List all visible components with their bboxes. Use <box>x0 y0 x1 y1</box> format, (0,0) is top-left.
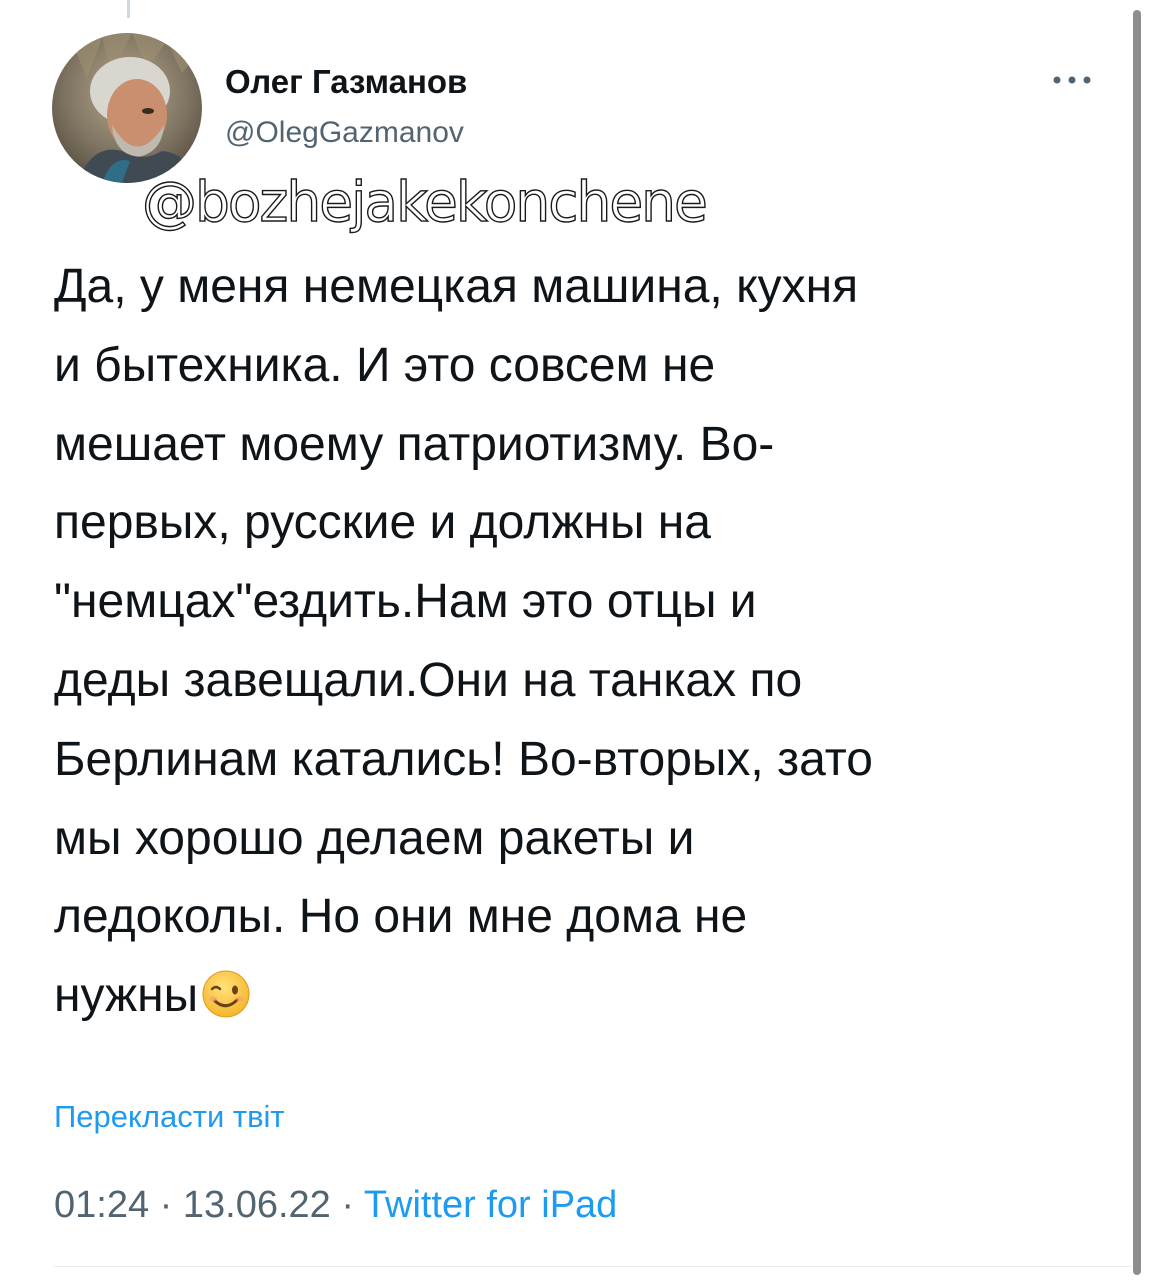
avatar[interactable] <box>52 33 202 183</box>
thread-connector-line <box>127 0 130 18</box>
winking-face-icon <box>201 965 251 1018</box>
display-name[interactable]: Олег Газманов <box>225 62 467 102</box>
tweet-time[interactable]: 01:24 <box>54 1184 149 1226</box>
tweet-body: Да, у меня немецкая машина, кухня и быте… <box>54 248 1114 1036</box>
more-dots-icon[interactable] <box>1051 70 1093 90</box>
meta-separator: · <box>341 1184 355 1226</box>
meta-separator: · <box>159 1184 173 1226</box>
tweet-date[interactable]: 13.06.22 <box>183 1184 331 1226</box>
tweet-meta: 01:24 · 13.06.22 · Twitter for iPad <box>54 1183 617 1227</box>
divider <box>54 1266 1132 1267</box>
avatar-photo <box>52 33 202 183</box>
tweet-text: Да, у меня немецкая машина, кухня и быте… <box>54 260 873 1023</box>
tweet-source-link[interactable]: Twitter for iPad <box>364 1184 617 1226</box>
user-handle[interactable]: @OlegGazmanov <box>225 113 464 153</box>
translate-tweet-link[interactable]: Перекласти твіт <box>54 1097 285 1137</box>
watermark-overlay: @bozhejakekonchene <box>141 169 708 234</box>
tweet-screen: Олег Газманов @OlegGazmanov @bozhejakeko… <box>0 0 1149 1280</box>
scrollbar[interactable] <box>1133 10 1141 1275</box>
